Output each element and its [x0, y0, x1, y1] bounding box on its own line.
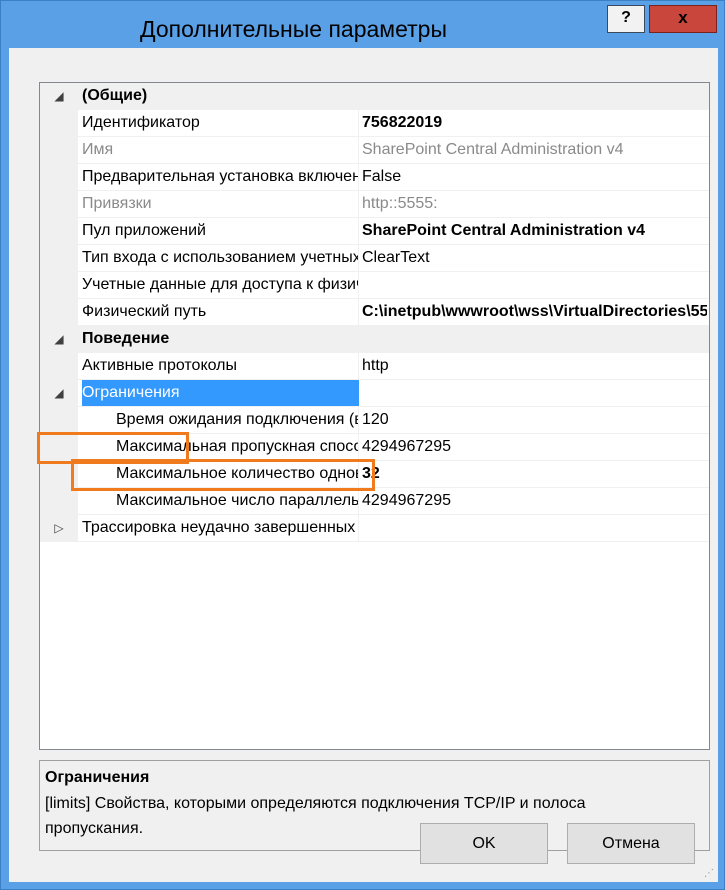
- description-title: Ограничения: [45, 769, 150, 786]
- collapse-arrow-icon[interactable]: ◢: [51, 83, 67, 109]
- column-separator[interactable]: [358, 380, 359, 406]
- row-gutter: [40, 272, 78, 298]
- column-separator[interactable]: [358, 272, 359, 298]
- property-name: Учетные данные для доступа к физическому…: [82, 276, 358, 293]
- property-name: Тип входа с использованием учетных данны…: [82, 249, 358, 266]
- column-separator[interactable]: [358, 218, 359, 244]
- property-value[interactable]: 756822019: [362, 110, 707, 136]
- property-value[interactable]: 32: [362, 461, 707, 487]
- column-separator[interactable]: [358, 515, 359, 541]
- property-name: Пул приложений: [82, 222, 206, 239]
- column-separator[interactable]: [358, 488, 359, 514]
- grid-property-row[interactable]: Привязки http::5555:: [40, 191, 709, 218]
- row-gutter: [40, 299, 78, 325]
- property-name: Имя: [82, 141, 114, 158]
- dialog-client-area: ◢ (Общие) Идентификатор 756822019 Имя SharePo…: [9, 48, 718, 882]
- property-value[interactable]: [362, 272, 707, 298]
- property-value[interactable]: 4294967295: [362, 488, 707, 514]
- help-button[interactable]: ?: [607, 5, 645, 33]
- grid-category-row[interactable]: ◢ Поведение: [40, 326, 709, 353]
- collapse-arrow-icon[interactable]: ◢: [51, 326, 67, 352]
- property-value[interactable]: 4294967295: [362, 434, 707, 460]
- grid-property-row[interactable]: Предварительная установка включена False: [40, 164, 709, 191]
- grid-property-row[interactable]: Физический путь C:\inetpub\wwwroot\wss\Vi…: [40, 299, 709, 326]
- property-grid[interactable]: ◢ (Общие) Идентификатор 756822019 Имя SharePo…: [39, 82, 710, 750]
- collapse-arrow-icon[interactable]: ◢: [51, 380, 67, 406]
- dialog-window: Дополнительные параметры ? x ◢ (Общие) Иде…: [0, 0, 725, 890]
- column-separator[interactable]: [358, 434, 359, 460]
- column-separator[interactable]: [358, 245, 359, 271]
- grid-property-row[interactable]: ▷ Трассировка неудачно завершенных запрос…: [40, 515, 709, 542]
- row-gutter: [40, 353, 78, 379]
- cancel-button[interactable]: Отмена: [567, 823, 695, 864]
- expand-arrow-icon[interactable]: ▷: [51, 515, 67, 541]
- grid-property-row[interactable]: Время ожидания подключения (в секундах)1…: [40, 407, 709, 434]
- property-name: Активные протоколы: [82, 357, 238, 374]
- row-gutter: [40, 245, 78, 271]
- property-value[interactable]: SharePoint Central Administration v4: [362, 218, 707, 244]
- row-gutter: [40, 191, 78, 217]
- property-value: SharePoint Central Administration v4: [362, 141, 624, 158]
- grid-property-row[interactable]: Учетные данные для доступа к физическому…: [40, 272, 709, 299]
- property-name: Идентификатор: [82, 114, 200, 131]
- column-separator[interactable]: [358, 164, 359, 190]
- close-button[interactable]: x: [649, 5, 717, 33]
- highlight-box-connection-timeout: [71, 459, 375, 491]
- grid-property-row[interactable]: Имя SharePoint Central Administration v4: [40, 137, 709, 164]
- property-name: Ограничения: [82, 380, 358, 406]
- grid-property-row[interactable]: Активные протоколы http: [40, 353, 709, 380]
- property-name: Привязки: [82, 195, 152, 212]
- column-separator[interactable]: [358, 299, 359, 325]
- row-gutter: [40, 164, 78, 190]
- title-bar[interactable]: Дополнительные параметры ? x: [1, 1, 725, 42]
- property-value[interactable]: 120: [362, 407, 707, 433]
- column-separator[interactable]: [358, 353, 359, 379]
- row-gutter: [40, 218, 78, 244]
- property-name: Трассировка неудачно завершенных запросо…: [82, 519, 358, 536]
- row-gutter: [40, 110, 78, 136]
- property-value: http::5555:: [362, 195, 438, 212]
- property-name: Время ожидания подключения (в секундах): [116, 411, 358, 428]
- ok-button[interactable]: OK: [420, 823, 548, 864]
- row-gutter: [40, 488, 78, 514]
- window-title: Дополнительные параметры: [140, 16, 447, 42]
- category-label: (Общие): [82, 87, 148, 104]
- grid-category-row[interactable]: ◢ (Общие): [40, 83, 709, 110]
- grid-property-row[interactable]: ◢ Ограничения: [40, 380, 709, 407]
- property-value[interactable]: ClearText: [362, 245, 707, 271]
- property-value[interactable]: [362, 515, 707, 541]
- property-name: Максимальное число параллельных подключе…: [116, 492, 358, 509]
- row-gutter: [40, 137, 78, 163]
- property-value[interactable]: C:\inetpub\wwwroot\wss\VirtualDirectorie…: [362, 299, 707, 325]
- row-gutter: [40, 407, 78, 433]
- resize-grip-icon[interactable]: ⋰: [704, 868, 716, 880]
- property-name: Предварительная установка включена: [82, 168, 358, 185]
- property-value[interactable]: http: [362, 353, 707, 379]
- grid-property-row[interactable]: Максимальное число параллельных подключе…: [40, 488, 709, 515]
- column-separator[interactable]: [358, 191, 359, 217]
- column-separator[interactable]: [358, 407, 359, 433]
- property-name: Физический путь: [82, 303, 207, 320]
- grid-property-row[interactable]: Тип входа с использованием учетных данны…: [40, 245, 709, 272]
- property-value[interactable]: False: [362, 164, 707, 190]
- category-label: Поведение: [82, 330, 170, 347]
- grid-property-row[interactable]: Пул приложений SharePoint Central Adminis…: [40, 218, 709, 245]
- column-separator[interactable]: [358, 110, 359, 136]
- property-value[interactable]: [362, 380, 707, 406]
- grid-property-row[interactable]: Идентификатор 756822019: [40, 110, 709, 137]
- column-separator[interactable]: [358, 137, 359, 163]
